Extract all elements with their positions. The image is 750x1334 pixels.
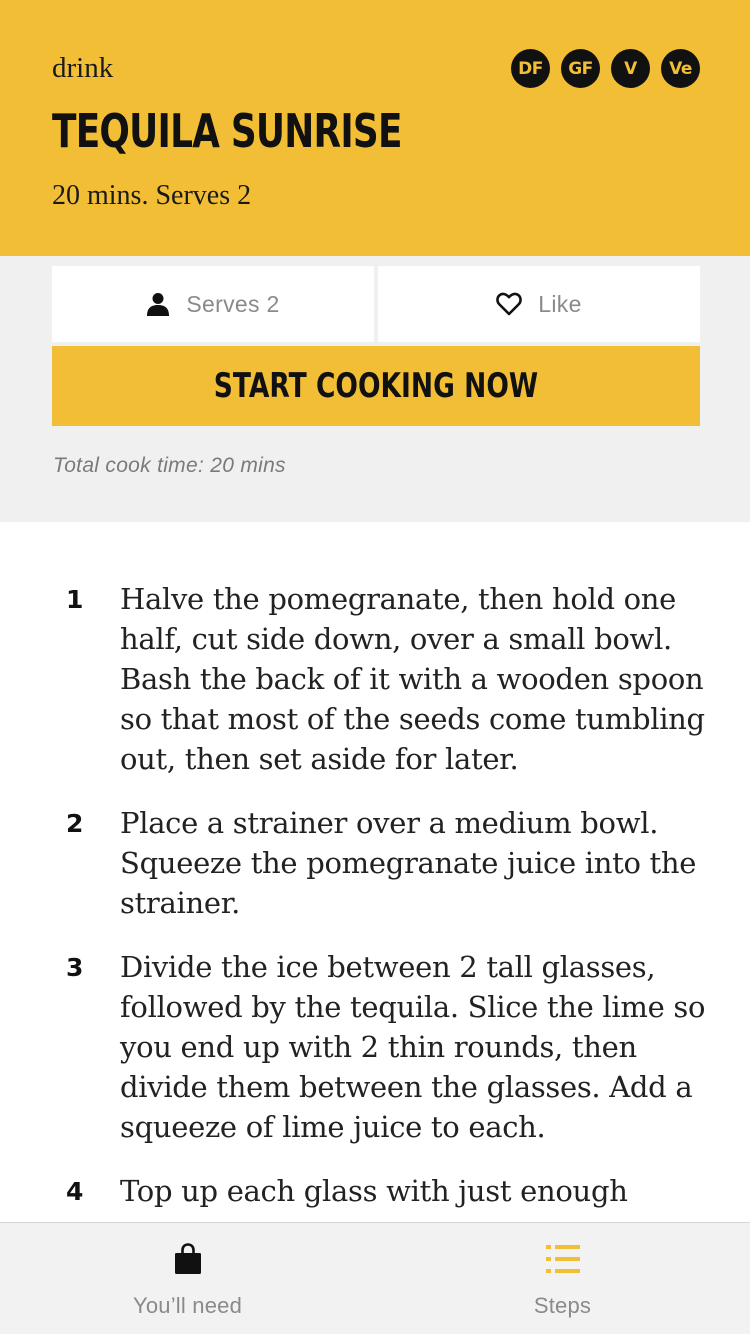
- recipe-title: TEQUILA SUNRISE: [52, 104, 403, 158]
- tab-youll-need-label: You’ll need: [132, 1293, 243, 1318]
- total-cook-time: Total cook time: 20 mins: [53, 454, 286, 477]
- tab-steps-label: Steps: [533, 1293, 592, 1318]
- recipe-subtitle: 20 mins. Serves 2: [52, 180, 252, 211]
- tab-youll-need[interactable]: You’ll need: [0, 1223, 375, 1334]
- start-cooking-button[interactable]: START COOKING NOW: [52, 346, 700, 426]
- step-number: 3: [66, 953, 84, 982]
- step-text: Divide the ice between 2 tall glasses, f…: [120, 950, 706, 1144]
- step-text: Top up each glass with just enough: [120, 1174, 628, 1208]
- shopping-bag-icon: [174, 1243, 201, 1274]
- action-button-row: Serves 2 Like: [52, 266, 700, 342]
- heart-icon: [496, 292, 523, 316]
- list-icon: [545, 1245, 580, 1273]
- diet-badges: DF GF V Ve: [511, 49, 700, 88]
- step-text: Halve the pomegranate, then hold one hal…: [120, 582, 705, 776]
- recipe-header: drink TEQUILA SUNRISE 20 mins. Serves 2 …: [0, 0, 750, 256]
- step-number: 2: [66, 809, 84, 838]
- tab-steps[interactable]: Steps: [375, 1223, 750, 1334]
- bottom-tab-bar: You’ll need Steps: [0, 1222, 750, 1334]
- step-number: 4: [66, 1177, 84, 1206]
- vegan-badge: Ve: [661, 49, 700, 88]
- dairy-free-badge: DF: [511, 49, 550, 88]
- like-button[interactable]: Like: [378, 266, 700, 342]
- person-icon: [147, 293, 170, 316]
- start-cooking-label: START COOKING NOW: [213, 366, 539, 406]
- gluten-free-badge: GF: [561, 49, 600, 88]
- like-label: Like: [538, 290, 582, 317]
- step-number: 1: [66, 585, 84, 614]
- step-text: Place a strainer over a medium bowl. Squ…: [120, 806, 697, 920]
- serves-button[interactable]: Serves 2: [52, 266, 374, 342]
- method-steps[interactable]: 1 Halve the pomegranate, then hold one h…: [0, 522, 750, 1222]
- action-area: Serves 2 Like START COOKING NOW Total co…: [0, 256, 750, 522]
- vegetarian-badge: V: [611, 49, 650, 88]
- recipe-category: drink: [52, 52, 114, 84]
- serves-label: Serves 2: [186, 290, 280, 317]
